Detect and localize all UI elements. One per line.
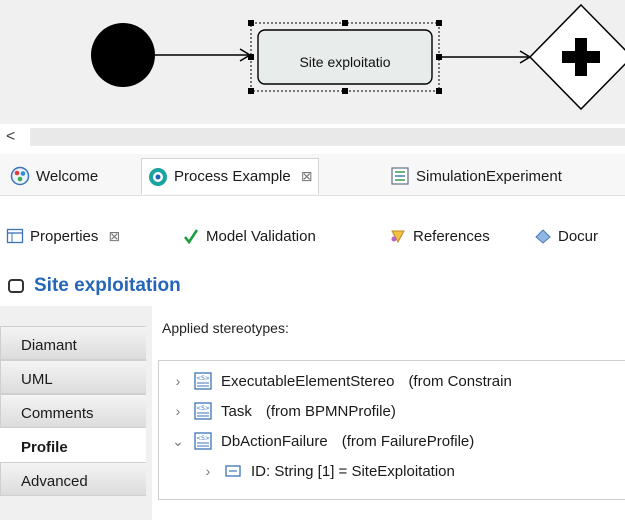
page-title: Site exploitation bbox=[34, 275, 181, 296]
tab-model-validation[interactable]: Model Validation bbox=[176, 216, 322, 256]
stereotype-source: (from BPMNProfile) bbox=[265, 402, 396, 420]
check-icon bbox=[182, 227, 200, 245]
tab-references[interactable]: References bbox=[383, 216, 496, 256]
stereotype-source: (from Constrain bbox=[408, 372, 512, 390]
tab-label: Welcome bbox=[36, 167, 99, 185]
diagram-canvas[interactable]: Site exploitatio bbox=[0, 0, 625, 124]
selection-handle bbox=[248, 20, 254, 26]
start-event bbox=[91, 23, 155, 87]
attribute-icon bbox=[223, 461, 243, 481]
selection-handle bbox=[436, 88, 442, 94]
stereotype-name: ExecutableElementStereo bbox=[221, 372, 395, 390]
close-icon[interactable]: ⊠ bbox=[108, 228, 120, 245]
scroll-left-icon[interactable]: < bbox=[6, 128, 15, 146]
task-label: Site exploitatio bbox=[299, 54, 391, 70]
process-icon bbox=[148, 167, 168, 187]
stereotype-tree[interactable]: › <S> ExecutableElementStereo (from Cons… bbox=[158, 360, 625, 500]
documentation-icon bbox=[534, 227, 552, 245]
tab-process-example[interactable]: Process Example ⊠ bbox=[141, 158, 320, 194]
stereotype-icon: <S> bbox=[193, 431, 213, 451]
tab-label: Process Example bbox=[174, 168, 291, 185]
tab-welcome[interactable]: Welcome bbox=[4, 158, 104, 194]
attribute-value: ID: String [1] = SiteExploitation bbox=[251, 462, 455, 480]
selection-handle bbox=[342, 20, 348, 26]
view-tab-bar: Properties ⊠ Model Validation References… bbox=[0, 216, 625, 256]
scrollbar-track[interactable] bbox=[30, 128, 625, 146]
editor-tab-bar: Welcome Process Example ⊠ SimulationExpe… bbox=[0, 154, 625, 196]
close-icon[interactable]: ⊠ bbox=[301, 168, 313, 185]
tab-properties[interactable]: Properties ⊠ bbox=[0, 216, 127, 256]
svg-text:<S>: <S> bbox=[196, 435, 210, 442]
property-tab-diamant[interactable]: Diamant bbox=[0, 326, 146, 360]
stereotype-name: Task bbox=[221, 402, 252, 420]
selection-handle bbox=[248, 54, 254, 60]
properties-icon bbox=[6, 227, 24, 245]
references-icon bbox=[389, 227, 407, 245]
simulation-icon bbox=[390, 166, 410, 186]
chevron-down-icon[interactable]: ⌄ bbox=[169, 433, 187, 450]
selection-handle bbox=[248, 88, 254, 94]
tab-label: SimulationExperiment bbox=[416, 167, 562, 185]
selection-title-row: Site exploitation bbox=[0, 268, 625, 304]
property-tab-uml[interactable]: UML bbox=[0, 360, 146, 394]
chevron-right-icon[interactable]: › bbox=[169, 403, 187, 419]
stereotype-row[interactable]: ⌄ <S> DbActionFailure (from FailureProfi… bbox=[169, 429, 474, 453]
attribute-row[interactable]: › ID: String [1] = SiteExploitation bbox=[199, 459, 455, 483]
tab-label: Docur bbox=[558, 227, 599, 245]
tab-label: Model Validation bbox=[206, 227, 316, 245]
tab-simulation-experiment[interactable]: SimulationExperiment bbox=[384, 158, 568, 194]
chevron-right-icon[interactable]: › bbox=[199, 463, 217, 479]
property-tab-profile[interactable]: Profile bbox=[0, 428, 146, 462]
tab-label: References bbox=[413, 227, 490, 245]
stereotype-name: DbActionFailure bbox=[221, 432, 328, 450]
svg-text:<S>: <S> bbox=[196, 405, 210, 412]
tab-label: Properties bbox=[30, 227, 99, 245]
task-icon bbox=[8, 279, 24, 293]
stereotype-icon: <S> bbox=[193, 401, 213, 421]
selection-handle bbox=[436, 54, 442, 60]
stereotype-row[interactable]: › <S> Task (from BPMNProfile) bbox=[169, 399, 396, 423]
tab-documentation[interactable]: Docur bbox=[528, 216, 604, 256]
applied-stereotypes-label: Applied stereotypes: bbox=[162, 320, 289, 336]
property-tab-advanced[interactable]: Advanced bbox=[0, 462, 146, 496]
welcome-icon bbox=[10, 166, 30, 186]
stereotype-row[interactable]: › <S> ExecutableElementStereo (from Cons… bbox=[169, 369, 512, 393]
property-tab-comments[interactable]: Comments bbox=[0, 394, 146, 428]
horizontal-scrollbar[interactable]: < bbox=[0, 124, 625, 152]
stereotype-icon: <S> bbox=[193, 371, 213, 391]
stereotype-source: (from FailureProfile) bbox=[341, 432, 475, 450]
chevron-right-icon[interactable]: › bbox=[169, 373, 187, 389]
property-tabs: Diamant UML Comments Profile Advanced bbox=[0, 306, 152, 520]
svg-text:<S>: <S> bbox=[196, 375, 210, 382]
selection-handle bbox=[342, 88, 348, 94]
selection-handle bbox=[436, 20, 442, 26]
